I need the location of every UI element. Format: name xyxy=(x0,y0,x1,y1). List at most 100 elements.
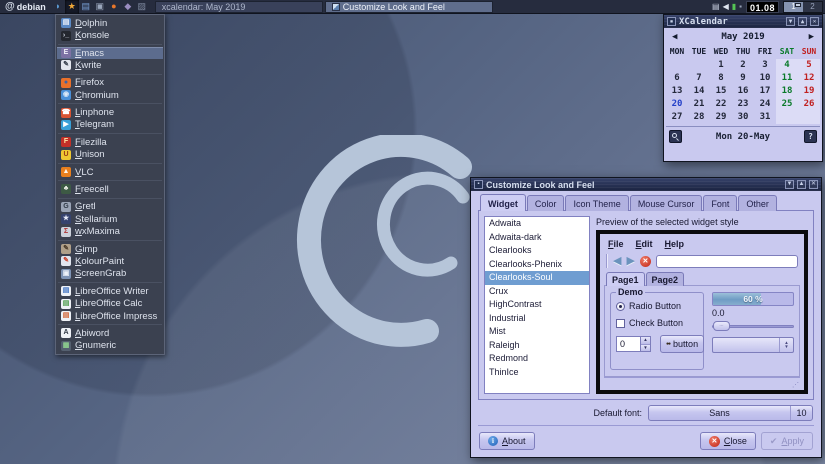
stop-icon[interactable]: ✕ xyxy=(640,256,651,267)
applet-icon[interactable]: ▪ xyxy=(739,2,742,12)
menu-item-stellarium[interactable]: ★Stellarium xyxy=(57,213,163,225)
menu-item-libreoffice-impress[interactable]: ▤LibreOffice Impress xyxy=(57,310,163,322)
close-button[interactable]: ✕ xyxy=(809,180,818,189)
clock[interactable]: 01.08 xyxy=(746,1,779,13)
menu-item-emacs[interactable]: EEmacs xyxy=(57,47,163,59)
calendar-day-cell[interactable]: 7 xyxy=(688,72,710,85)
back-icon[interactable]: ◀ xyxy=(613,256,621,267)
spin-down-icon[interactable]: ▼ xyxy=(641,344,650,352)
tab-widget[interactable]: Widget xyxy=(480,194,526,211)
calendar-day-cell[interactable]: 20 xyxy=(666,98,688,111)
theme-item-raleigh[interactable]: Raleigh xyxy=(485,339,589,353)
calendar-day-cell[interactable]: 1 xyxy=(710,59,732,72)
theme-item-adwaita[interactable]: Adwaita xyxy=(485,217,589,231)
menu-item-freecell[interactable]: ♣Freecell xyxy=(57,183,163,195)
workspace-1[interactable]: 1 xyxy=(784,2,803,12)
task-button-customize-look-and-feel[interactable]: Customize Look and Feel xyxy=(325,1,493,13)
combo-arrows-icon[interactable]: ▲▼ xyxy=(779,338,793,352)
applications-menu-button[interactable]: @ debian xyxy=(0,0,51,14)
calendar-day-cell[interactable]: 23 xyxy=(732,98,754,111)
calendar-day-cell[interactable]: 27 xyxy=(666,111,688,124)
menu-item-wxmaxima[interactable]: ΣwxMaxima xyxy=(57,225,163,237)
file-manager-launcher[interactable]: ▤ xyxy=(79,0,93,14)
spin-value[interactable]: 0 xyxy=(616,336,640,352)
window-menu-icon[interactable]: ▪ xyxy=(667,17,676,26)
document-icon[interactable]: ▤ xyxy=(712,2,720,12)
package-launcher[interactable]: ◆ xyxy=(121,0,135,14)
close-button[interactable]: ✕ Close xyxy=(700,432,756,450)
calendar-day-cell[interactable]: 2 xyxy=(732,59,754,72)
menu-item-telegram[interactable]: ▶Telegram xyxy=(57,119,163,131)
preview-menu-edit[interactable]: Edit xyxy=(636,239,653,249)
tab-mouse-cursor[interactable]: Mouse Cursor xyxy=(630,195,703,211)
preview-menu-file[interactable]: File xyxy=(608,239,624,249)
menu-item-libreoffice-writer[interactable]: ▤LibreOffice Writer xyxy=(57,285,163,297)
menu-item-unison[interactable]: UUnison xyxy=(57,149,163,161)
forward-icon[interactable]: ▶ xyxy=(626,256,634,267)
calendar-day-cell[interactable]: 29 xyxy=(710,111,732,124)
radio-button-row[interactable]: Radio Button xyxy=(616,301,698,311)
preview-menu-help[interactable]: Help xyxy=(665,239,685,249)
calendar-day-cell[interactable]: 10 xyxy=(754,72,776,85)
close-button[interactable]: ✕ xyxy=(810,17,819,26)
slider-handle[interactable]: ∙∙∙ xyxy=(713,321,730,331)
menu-item-gimp[interactable]: ✎Gimp xyxy=(57,243,163,255)
resize-grip-icon[interactable]: ⋰ xyxy=(792,382,799,389)
terminal-launcher[interactable]: ▣ xyxy=(93,0,107,14)
calendar-day-cell[interactable]: 11 xyxy=(776,72,798,85)
preview-tab-page2[interactable]: Page2 xyxy=(646,272,685,286)
tab-color[interactable]: Color xyxy=(527,195,565,211)
theme-item-crux[interactable]: Crux xyxy=(485,285,589,299)
calendar-day-cell[interactable]: 18 xyxy=(776,85,798,98)
menu-item-kolourpaint[interactable]: ✎KolourPaint xyxy=(57,255,163,267)
calendar-day-cell[interactable]: 28 xyxy=(688,111,710,124)
tab-icon-theme[interactable]: Icon Theme xyxy=(565,195,628,211)
calendar-day-cell[interactable]: 4 xyxy=(776,59,798,72)
calendar-day-cell[interactable]: 22 xyxy=(710,98,732,111)
menu-item-firefox[interactable]: ●Firefox xyxy=(57,77,163,89)
calendar-search-button[interactable] xyxy=(669,130,682,143)
theme-item-highcontrast[interactable]: HighContrast xyxy=(485,298,589,312)
calendar-day-cell[interactable]: 14 xyxy=(688,85,710,98)
task-button-xcalendar-may-2019[interactable]: xcalendar: May 2019 xyxy=(155,1,323,13)
shade-button[interactable]: ▼ xyxy=(786,17,795,26)
theme-item-clearlooks-phenix[interactable]: Clearlooks-Phenix xyxy=(485,258,589,272)
radio-icon[interactable] xyxy=(616,302,625,311)
xcalendar-titlebar[interactable]: ▪ XCalendar ▼ ▲ ✕ xyxy=(664,15,822,28)
pointer-launcher[interactable]: ◗ xyxy=(51,0,65,14)
font-select-button[interactable]: Sans 10 xyxy=(648,405,813,421)
calendar-day-cell[interactable]: 21 xyxy=(688,98,710,111)
network-icon[interactable]: ▮ xyxy=(732,2,736,12)
calendar-day-cell[interactable]: 26 xyxy=(798,98,820,111)
theme-item-industrial[interactable]: Industrial xyxy=(485,312,589,326)
tab-other[interactable]: Other xyxy=(738,195,777,211)
next-month-button[interactable]: ▶ xyxy=(809,32,814,42)
menu-item-linphone[interactable]: ☎Linphone xyxy=(57,106,163,118)
theme-item-redmond[interactable]: Redmond xyxy=(485,352,589,366)
menu-item-kwrite[interactable]: ✎Kwrite xyxy=(57,59,163,71)
calendar-day-cell[interactable]: 24 xyxy=(754,98,776,111)
menu-item-libreoffice-calc[interactable]: ▤LibreOffice Calc xyxy=(57,297,163,309)
spin-button[interactable]: 0 ▲ ▼ xyxy=(616,336,651,352)
calendar-day-cell[interactable]: 15 xyxy=(710,85,732,98)
calendar-day-cell[interactable]: 16 xyxy=(732,85,754,98)
menu-item-filezilla[interactable]: FFilezilla xyxy=(57,136,163,148)
notes-launcher[interactable]: ▨ xyxy=(135,0,149,14)
preview-text-entry[interactable] xyxy=(656,255,798,268)
window-menu-icon[interactable]: ▪ xyxy=(474,180,483,189)
calendar-day-cell[interactable]: 25 xyxy=(776,98,798,111)
menu-item-konsole[interactable]: ›_Konsole xyxy=(57,29,163,41)
scale-slider[interactable]: ∙∙∙ xyxy=(712,321,794,331)
shade-button[interactable]: ▼ xyxy=(785,180,794,189)
calendar-day-cell[interactable]: 6 xyxy=(666,72,688,85)
menu-item-screengrab[interactable]: ▣ScreenGrab xyxy=(57,268,163,280)
volume-icon[interactable]: ◀ xyxy=(723,2,729,12)
calendar-help-button[interactable]: ? xyxy=(804,130,817,143)
calendar-day-cell[interactable]: 12 xyxy=(798,72,820,85)
maximize-button[interactable]: ▲ xyxy=(797,180,806,189)
menu-item-chromium[interactable]: ◉Chromium xyxy=(57,89,163,101)
dialog-titlebar[interactable]: ▪ Customize Look and Feel ▼ ▲ ✕ xyxy=(471,178,821,191)
theme-item-adwaita-dark[interactable]: Adwaita-dark xyxy=(485,231,589,245)
preview-tab-page1[interactable]: Page1 xyxy=(606,272,645,286)
menu-item-vlc[interactable]: ▲VLC xyxy=(57,166,163,178)
